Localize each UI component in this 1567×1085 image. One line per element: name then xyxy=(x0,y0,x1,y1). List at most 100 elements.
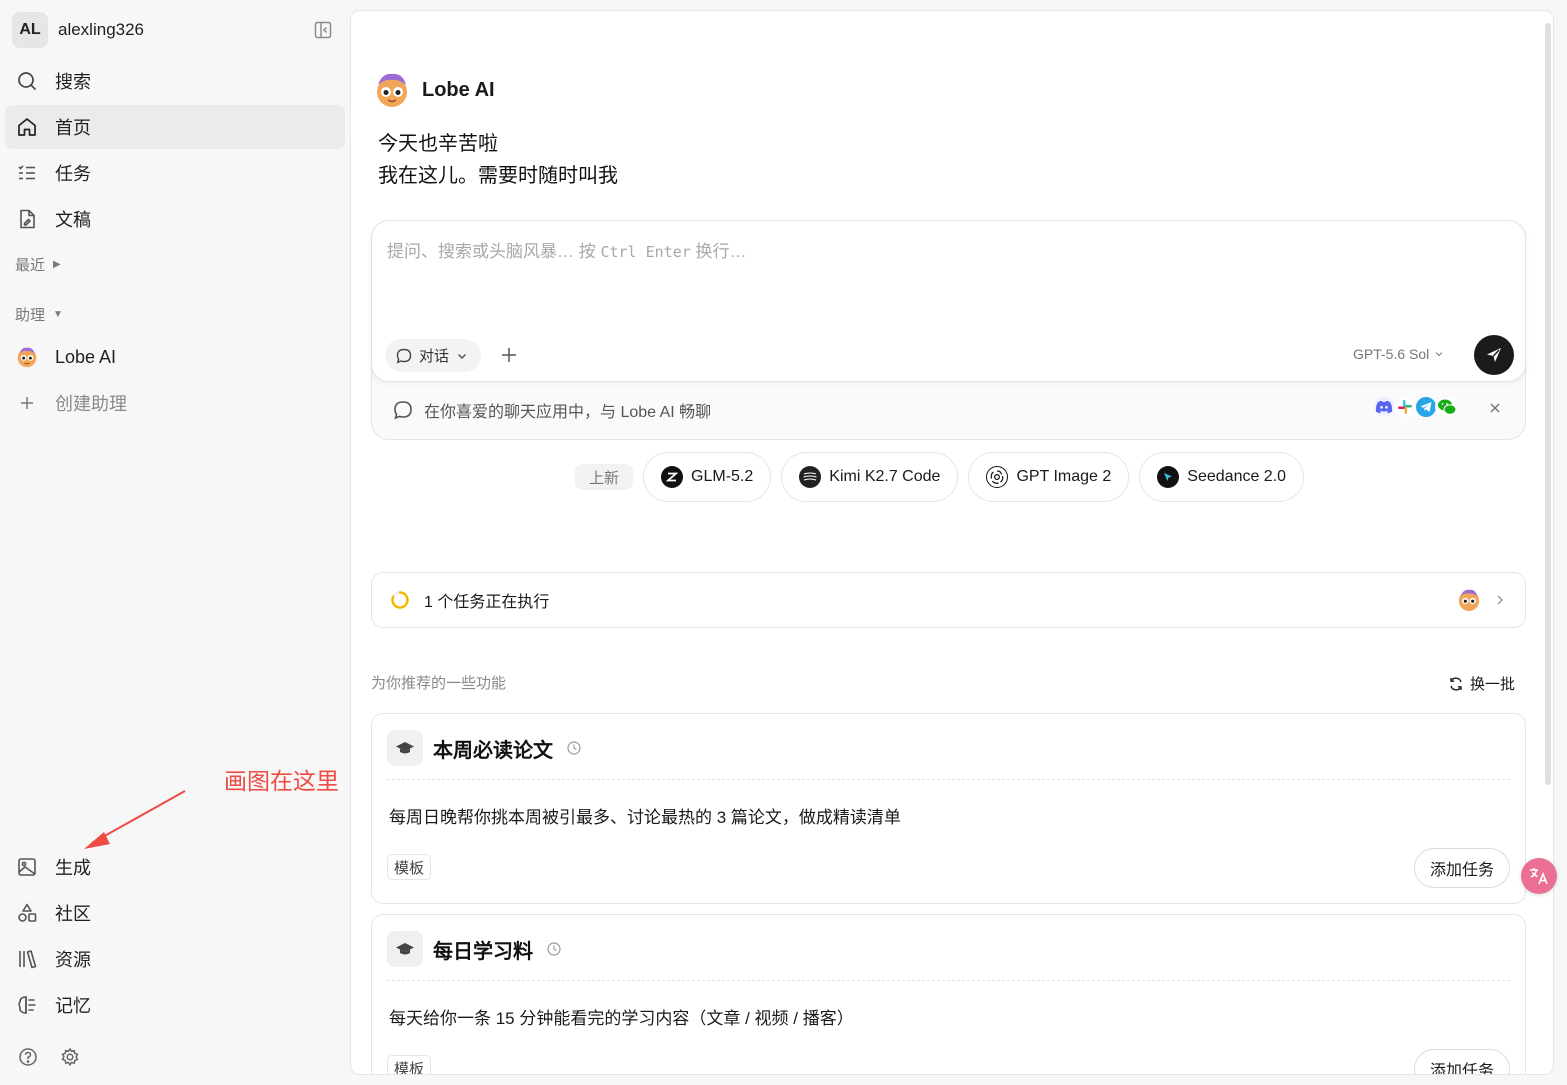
chat-mode-dropdown[interactable]: 对话 xyxy=(385,339,482,372)
help-icon[interactable] xyxy=(17,1046,39,1068)
sidebar-item-label: 任务 xyxy=(55,164,91,184)
clock-icon xyxy=(567,741,581,755)
sidebar-item-documents[interactable]: 文稿 xyxy=(5,197,345,241)
model-selector[interactable]: GPT-5.6 Sol xyxy=(1353,346,1445,362)
model-label: GPT-5.6 Sol xyxy=(1353,346,1430,362)
sidebar-item-label: 文稿 xyxy=(55,210,91,230)
agent-name: Lobe AI xyxy=(422,78,495,101)
caret-down-icon: ▼ xyxy=(53,309,63,320)
seedance-logo xyxy=(1157,466,1180,488)
model-chip-label: GLM-5.2 xyxy=(691,468,754,485)
refresh-icon xyxy=(1450,676,1462,691)
model-chip-seedance[interactable]: Seedance 2.0 xyxy=(1139,452,1305,502)
sidebar-footer xyxy=(17,1046,81,1068)
sidebar-item-memory[interactable]: 记忆 xyxy=(5,983,345,1027)
search-icon xyxy=(16,70,38,92)
greeting-line: 我在这儿。需要时随时叫我 xyxy=(378,165,618,187)
model-chip-glm[interactable]: GLM-5.2 xyxy=(643,452,772,502)
recommendation-head: 每日学习料 xyxy=(387,931,562,967)
assistants-label: 助理 xyxy=(15,307,46,324)
new-models-row: 上新 GLM-5.2 Kimi K2.7 Code GPT Image 2 Se… xyxy=(575,452,1305,502)
recommendation-card[interactable]: 每日学习料 每天给你一条 15 分钟能看完的学习内容（文章 / 视频 / 播客）… xyxy=(371,914,1526,1074)
scrollbar[interactable] xyxy=(1545,23,1551,785)
translate-icon xyxy=(1530,868,1548,885)
recommend-header: 为你推荐的一些功能 xyxy=(371,675,507,692)
graduation-cap-icon xyxy=(387,931,423,967)
placeholder-text: 提问、搜索或头脑风暴… 按 xyxy=(387,242,601,261)
sidebar-item-label: 搜索 xyxy=(55,72,91,92)
chat-mode-label: 对话 xyxy=(419,348,450,365)
placeholder-shortcut: Ctrl Enter xyxy=(600,243,691,261)
input-placeholder: 提问、搜索或头脑风暴… 按 Ctrl Enter 换行… xyxy=(387,237,747,262)
chevron-right-icon xyxy=(1497,595,1503,605)
recent-section-toggle[interactable]: 最近 ▶ xyxy=(15,254,61,275)
sidebar-item-home[interactable]: 首页 xyxy=(5,105,345,149)
greeting-line: 今天也辛苦啦 xyxy=(378,133,498,155)
chevron-down-icon xyxy=(455,349,469,363)
user-row: AL alexling326 xyxy=(12,12,336,48)
divider xyxy=(387,779,1510,780)
lobe-ai-avatar xyxy=(377,73,407,107)
chat-card: 提问、搜索或头脑风暴… 按 Ctrl Enter 换行… 对话 GPT-5.6 … xyxy=(371,220,1526,440)
chat-bubble-icon xyxy=(395,347,413,365)
annotation-arrow-icon xyxy=(84,790,186,849)
add-task-button[interactable]: 添加任务 xyxy=(1413,848,1510,888)
chat-app-icons[interactable] xyxy=(1372,395,1459,419)
home-icon xyxy=(16,116,38,138)
add-attachment-button[interactable] xyxy=(496,342,522,368)
send-button[interactable] xyxy=(1474,335,1514,375)
recommendation-desc: 每天给你一条 15 分钟能看完的学习内容（文章 / 视频 / 播客） xyxy=(389,1009,854,1028)
gear-icon[interactable] xyxy=(59,1046,81,1068)
recommendation-desc: 每周日晚帮你挑本周被引最多、讨论最热的 3 篇论文，做成精读清单 xyxy=(389,808,901,827)
running-task-bar[interactable]: 1 个任务正在执行 xyxy=(371,572,1526,628)
plus-icon xyxy=(16,392,38,414)
shapes-icon xyxy=(16,902,38,924)
create-assistant-label: 创建助理 xyxy=(55,394,127,414)
sidebar-item-community[interactable]: 社区 xyxy=(5,891,345,935)
template-tag: 模板 xyxy=(387,1055,432,1074)
new-tag: 上新 xyxy=(575,464,634,490)
openai-logo xyxy=(986,466,1009,488)
recommendation-head: 本周必读论文 xyxy=(387,730,582,766)
divider xyxy=(387,980,1510,981)
document-icon xyxy=(16,208,38,230)
chat-input[interactable]: 提问、搜索或头脑风暴… 按 Ctrl Enter 换行… 对话 GPT-5.6 … xyxy=(371,220,1526,382)
translate-button[interactable] xyxy=(1521,858,1557,894)
create-assistant-button[interactable]: 创建助理 xyxy=(5,381,345,425)
template-tag: 模板 xyxy=(387,854,432,880)
sidebar-item-lobe-ai[interactable]: Lobe AI xyxy=(5,335,345,379)
sidebar-item-label: 资源 xyxy=(55,950,91,970)
chat-apps-promo: 在你喜爱的聊天应用中，与 Lobe AI 畅聊 xyxy=(392,395,1505,422)
avatar[interactable]: AL xyxy=(12,12,48,48)
lobe-ai-avatar xyxy=(16,346,38,368)
sidebar-item-resources[interactable]: 资源 xyxy=(5,937,345,981)
model-chip-label: Kimi K2.7 Code xyxy=(829,468,941,485)
library-icon xyxy=(16,948,38,970)
greeting: 今天也辛苦啦 我在这儿。需要时随时叫我 xyxy=(378,128,618,192)
username[interactable]: alexling326 xyxy=(58,20,310,40)
refresh-button[interactable]: 换一批 xyxy=(1448,673,1515,694)
agent-header: Lobe AI xyxy=(373,71,495,109)
model-chip-kimi[interactable]: Kimi K2.7 Code xyxy=(781,452,959,502)
recommendation-card[interactable]: 本周必读论文 每周日晚帮你挑本周被引最多、讨论最热的 3 篇论文，做成精读清单 … xyxy=(371,713,1526,904)
model-chip-label: GPT Image 2 xyxy=(1016,468,1112,485)
sidebar: AL alexling326 搜索 首页 任务 文稿 最近 ▶ 助理 ▼ Lob… xyxy=(0,0,350,1085)
recommendation-title: 本周必读论文 xyxy=(433,739,553,762)
assistants-section-toggle[interactable]: 助理 ▼ xyxy=(15,304,63,325)
placeholder-text: 换行… xyxy=(690,242,747,261)
zhipu-logo xyxy=(661,466,684,488)
lobe-ai-avatar xyxy=(1458,589,1480,612)
sidebar-item-generate[interactable]: 生成 xyxy=(5,845,345,889)
clock-icon xyxy=(547,942,561,956)
sidebar-item-search[interactable]: 搜索 xyxy=(5,59,345,103)
sidebar-item-tasks[interactable]: 任务 xyxy=(5,151,345,195)
loading-spinner-icon xyxy=(391,591,409,609)
collapse-sidebar-icon[interactable] xyxy=(310,17,336,43)
chevron-down-icon xyxy=(1433,348,1445,360)
add-task-button[interactable]: 添加任务 xyxy=(1413,1049,1510,1074)
model-chip-gpt-image[interactable]: GPT Image 2 xyxy=(968,452,1130,502)
close-icon[interactable] xyxy=(1485,398,1505,418)
graduation-cap-icon xyxy=(387,730,423,766)
main-panel: Lobe AI 今天也辛苦啦 我在这儿。需要时随时叫我 提问、搜索或头脑风暴… … xyxy=(350,10,1554,1075)
sidebar-item-label: 生成 xyxy=(55,858,91,878)
